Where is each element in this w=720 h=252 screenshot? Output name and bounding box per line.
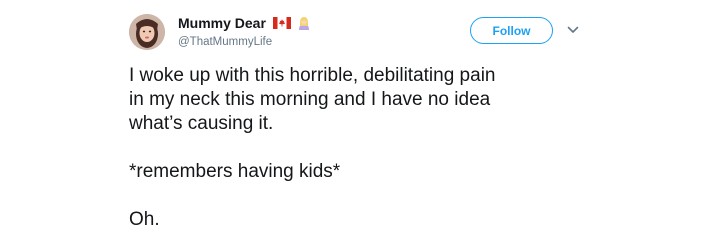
canada-flag-icon: [272, 17, 291, 29]
author-handle[interactable]: @ThatMummyLife: [178, 35, 272, 49]
tweet-text-line: Oh.: [129, 209, 160, 230]
tweet-text: I woke up with this horrible, debilitati…: [129, 64, 589, 232]
author-display-name[interactable]: Mummy Dear: [178, 14, 266, 32]
tweet-text-line: I woke up with this horrible, debilitati…: [129, 65, 496, 86]
woman-mage-emoji-icon: [296, 15, 312, 31]
tweet-text-line: what’s causing it.: [129, 113, 274, 134]
author-name-row: Mummy Dear: [178, 14, 312, 32]
avatar-photo: [129, 14, 165, 50]
chevron-down-icon[interactable]: [566, 25, 580, 35]
tweet-text-line: in my neck this morning and I have no id…: [129, 89, 491, 110]
avatar[interactable]: [129, 14, 165, 50]
tweet-text-line: *remembers having kids*: [129, 161, 341, 182]
tweet-card: Mummy Dear @ThatMummyLife Follow I woke: [0, 0, 720, 252]
follow-button[interactable]: Follow: [470, 17, 553, 44]
